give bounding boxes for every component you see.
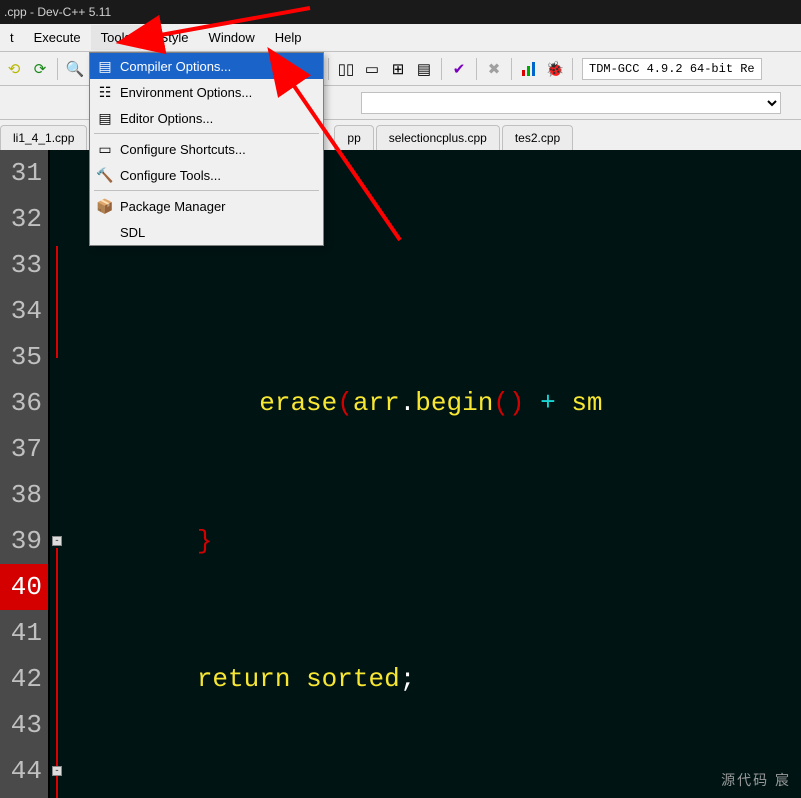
fold-line xyxy=(56,246,58,358)
line-number-gutter: 31 32 33 34 35 36 37 38 39 40 41 42 43 4… xyxy=(0,150,50,798)
editor-icon: ▤ xyxy=(90,110,120,127)
tab-file-2[interactable]: pp xyxy=(334,125,373,150)
separator xyxy=(441,58,442,80)
bug-icon[interactable]: 🐞 xyxy=(543,57,567,81)
tab-file-1[interactable]: li1_4_1.cpp xyxy=(0,125,87,150)
menu-package-manager[interactable]: 📦 Package Manager xyxy=(90,193,323,219)
dropdown-separator xyxy=(94,133,319,134)
menu-sdl[interactable]: SDL xyxy=(90,219,323,245)
line-number: 37 xyxy=(0,426,42,472)
menu-environment-options[interactable]: ☷ Environment Options... xyxy=(90,79,323,105)
line-number: 44 xyxy=(0,748,42,794)
separator xyxy=(328,58,329,80)
code-area[interactable]: erase(arr.begin() + sm } return sorted; … xyxy=(66,150,801,798)
code-line: erase(arr.begin() + sm xyxy=(66,380,801,426)
layout3-icon[interactable]: ⊞ xyxy=(386,57,410,81)
menu-editor-options[interactable]: ▤ Editor Options... xyxy=(90,105,323,131)
line-number: 33 xyxy=(0,242,42,288)
fold-toggle[interactable]: - xyxy=(52,766,62,776)
redo-icon[interactable]: ⟳ xyxy=(28,57,52,81)
code-line xyxy=(66,242,801,288)
keyboard-icon: ▭ xyxy=(90,141,120,158)
sliders-icon: ☷ xyxy=(90,84,120,101)
undo-icon[interactable]: ⟲ xyxy=(2,57,26,81)
hammer-icon: 🔨 xyxy=(90,167,120,184)
line-number: 40 xyxy=(0,564,48,610)
line-number: 34 xyxy=(0,288,42,334)
toolbox-icon: ▤ xyxy=(90,58,120,75)
code-line: } xyxy=(66,794,801,798)
window-title: .cpp - Dev-C++ 5.11 xyxy=(4,5,111,19)
separator xyxy=(476,58,477,80)
menu-t[interactable]: t xyxy=(0,25,24,50)
close-icon[interactable]: ✖ xyxy=(482,57,506,81)
layout2-icon[interactable]: ▭ xyxy=(360,57,384,81)
menu-window[interactable]: Window xyxy=(199,25,265,50)
line-number: 42 xyxy=(0,656,42,702)
code-line: return sorted; xyxy=(66,656,801,702)
line-number: 31 xyxy=(0,150,42,196)
separator xyxy=(57,58,58,80)
menu-execute[interactable]: Execute xyxy=(24,25,91,50)
line-number: 32 xyxy=(0,196,42,242)
line-number: 41 xyxy=(0,610,42,656)
line-number: 36 xyxy=(0,380,42,426)
menubar: t Execute Tools AStyle Window Help xyxy=(0,24,801,52)
separator xyxy=(511,58,512,80)
code-line: } xyxy=(66,518,801,564)
menu-compiler-options[interactable]: ▤ Compiler Options... xyxy=(90,53,323,79)
fold-toggle[interactable]: - xyxy=(52,536,62,546)
fold-column: - - xyxy=(50,150,66,798)
menu-tools[interactable]: Tools xyxy=(91,25,141,50)
class-browser-select[interactable] xyxy=(361,92,781,114)
line-number: 35 xyxy=(0,334,42,380)
menu-configure-tools[interactable]: 🔨 Configure Tools... xyxy=(90,162,323,188)
menu-astyle[interactable]: AStyle xyxy=(141,25,199,50)
menu-configure-shortcuts[interactable]: ▭ Configure Shortcuts... xyxy=(90,136,323,162)
titlebar: .cpp - Dev-C++ 5.11 xyxy=(0,0,801,24)
editor: 31 32 33 34 35 36 37 38 39 40 41 42 43 4… xyxy=(0,150,801,798)
fold-line xyxy=(56,548,58,798)
search-icon[interactable]: 🔍 xyxy=(63,57,87,81)
layout1-icon[interactable]: ▯▯ xyxy=(334,57,358,81)
line-number: 43 xyxy=(0,702,42,748)
watermark: 源代码 宸 xyxy=(721,770,791,790)
package-icon: 📦 xyxy=(90,198,120,215)
line-number: 38 xyxy=(0,472,42,518)
separator xyxy=(572,58,573,80)
check-icon[interactable]: ✔ xyxy=(447,57,471,81)
tools-dropdown: ▤ Compiler Options... ☷ Environment Opti… xyxy=(89,52,324,246)
dropdown-separator xyxy=(94,190,319,191)
menu-help[interactable]: Help xyxy=(265,25,312,50)
tab-file-3[interactable]: selectioncplus.cpp xyxy=(376,125,500,150)
tab-file-4[interactable]: tes2.cpp xyxy=(502,125,573,150)
layout4-icon[interactable]: ▤ xyxy=(412,57,436,81)
chart-icon[interactable] xyxy=(517,57,541,81)
line-number: 39 xyxy=(0,518,42,564)
compiler-selector[interactable]: TDM-GCC 4.9.2 64-bit Re xyxy=(582,58,762,80)
